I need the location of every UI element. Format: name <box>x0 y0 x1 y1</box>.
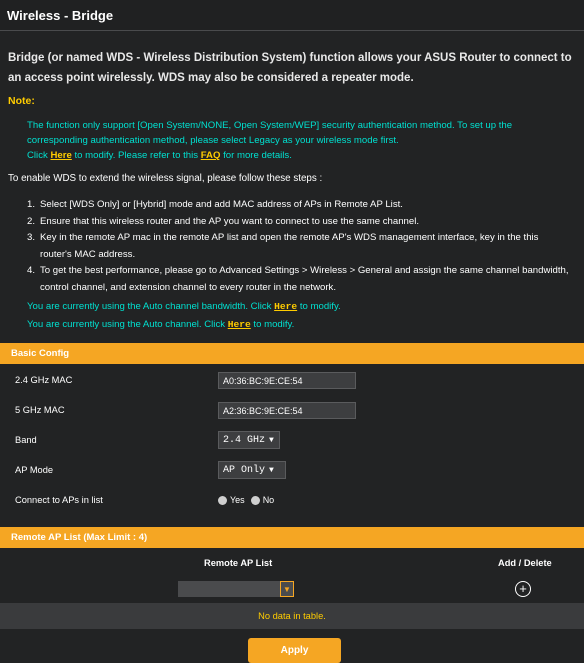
note-label: Note: <box>8 95 35 107</box>
here-link[interactable]: Here <box>50 150 71 161</box>
auto-bandwidth-note: You are currently using the Auto channel… <box>27 298 578 316</box>
note-end: for more details. <box>223 150 292 161</box>
auto-bw-here-link[interactable]: Here <box>274 301 297 312</box>
band-select[interactable]: 2.4 GHz ▼ <box>218 431 280 449</box>
basic-config-header: Basic Config <box>0 343 586 364</box>
step-text: Key in the remote AP mac in the remote A… <box>40 232 539 260</box>
steps-intro: To enable WDS to extend the wireless sig… <box>8 173 323 184</box>
col-add-delete: Add / Delete <box>498 558 552 568</box>
step-text: To get the best performance, please go t… <box>40 265 569 293</box>
no-radio[interactable] <box>250 495 260 505</box>
mac24-field[interactable]: A0:36:BC:9E:CE:54 <box>218 371 356 389</box>
auto-bw-post: to modify. <box>299 301 341 312</box>
wireless-bridge-page: Wireless - Bridge Bridge (or named WDS -… <box>0 0 586 663</box>
no-label: No <box>262 495 275 505</box>
auto-bw-pre: You are currently using the Auto channel… <box>27 301 272 312</box>
apmode-select[interactable]: AP Only ▼ <box>218 461 286 479</box>
step-item: 2. Ensure that this wireless router and … <box>27 214 570 231</box>
connect-radio-group: Yes No <box>218 495 274 505</box>
note-text: The function only support [Open System/N… <box>0 107 586 163</box>
yes-label: Yes <box>230 495 245 505</box>
step-number: 1. <box>27 199 36 210</box>
steps-list: 1. Select [WDS Only] or [Hybrid] mode an… <box>0 184 586 296</box>
remote-ap-select[interactable]: ▼ <box>178 581 294 597</box>
step-item: 3. Key in the remote AP mac in the remot… <box>27 230 570 263</box>
note-line: The function only support [Open System/N… <box>27 120 513 146</box>
remote-list-columns: Remote AP List Add / Delete <box>0 549 584 577</box>
step-item: 4. To get the best performance, please g… <box>27 263 570 296</box>
apmode-label: AP Mode <box>15 465 54 475</box>
intro-text: Bridge (or named WDS - Wireless Distribu… <box>8 52 572 84</box>
step-number: 4. <box>27 265 36 276</box>
mac5-field[interactable]: A2:36:BC:9E:CE:54 <box>218 401 356 419</box>
faq-link[interactable]: FAQ <box>201 150 221 161</box>
step-item: 1. Select [WDS Only] or [Hybrid] mode an… <box>27 197 570 214</box>
auto-ch-post: to modify. <box>253 319 295 330</box>
note-click: Click <box>27 150 48 161</box>
empty-table-message: No data in table. <box>0 603 584 629</box>
mac24-label: 2.4 GHz MAC <box>15 375 73 385</box>
page-title: Wireless - Bridge <box>0 0 586 31</box>
step-number: 2. <box>27 215 36 227</box>
band-label: Band <box>15 435 37 445</box>
note-mid: to modify. Please refer to this <box>74 150 199 161</box>
remote-ap-header: Remote AP List (Max Limit : 4) <box>0 527 586 548</box>
apply-button[interactable]: Apply <box>248 638 341 663</box>
chevron-down-icon: ▼ <box>269 465 274 475</box>
apmode-value: AP Only <box>223 464 266 476</box>
add-icon[interactable]: + <box>515 581 531 597</box>
step-text: Select [WDS Only] or [Hybrid] mode and a… <box>40 199 403 210</box>
band-value: 2.4 GHz <box>223 434 266 446</box>
chevron-down-icon[interactable]: ▼ <box>280 581 294 597</box>
auto-channel-notes: You are currently using the Auto channel… <box>0 296 586 334</box>
step-text: Ensure that this wireless router and the… <box>40 215 419 227</box>
col-remote-ap-list: Remote AP List <box>204 558 273 568</box>
add-ap-row: ▼ + <box>0 577 584 601</box>
connect-label: Connect to APs in list <box>15 495 103 505</box>
mac5-row: 5 GHz MAC A2:36:BC:9E:CE:54 <box>0 395 584 425</box>
auto-ch-here-link[interactable]: Here <box>228 319 251 330</box>
band-row: Band 2.4 GHz ▼ <box>0 425 584 455</box>
connect-row: Connect to APs in list Yes No <box>0 485 584 515</box>
step-number: 3. <box>27 232 36 243</box>
chevron-down-icon: ▼ <box>269 435 274 445</box>
auto-ch-pre: You are currently using the Auto channel… <box>27 319 226 330</box>
auto-channel-note: You are currently using the Auto channel… <box>27 316 578 334</box>
apmode-row: AP Mode AP Only ▼ <box>0 455 584 485</box>
mac24-row: 2.4 GHz MAC A0:36:BC:9E:CE:54 <box>0 365 584 395</box>
mac5-label: 5 GHz MAC <box>15 405 65 415</box>
yes-radio[interactable] <box>218 495 227 505</box>
